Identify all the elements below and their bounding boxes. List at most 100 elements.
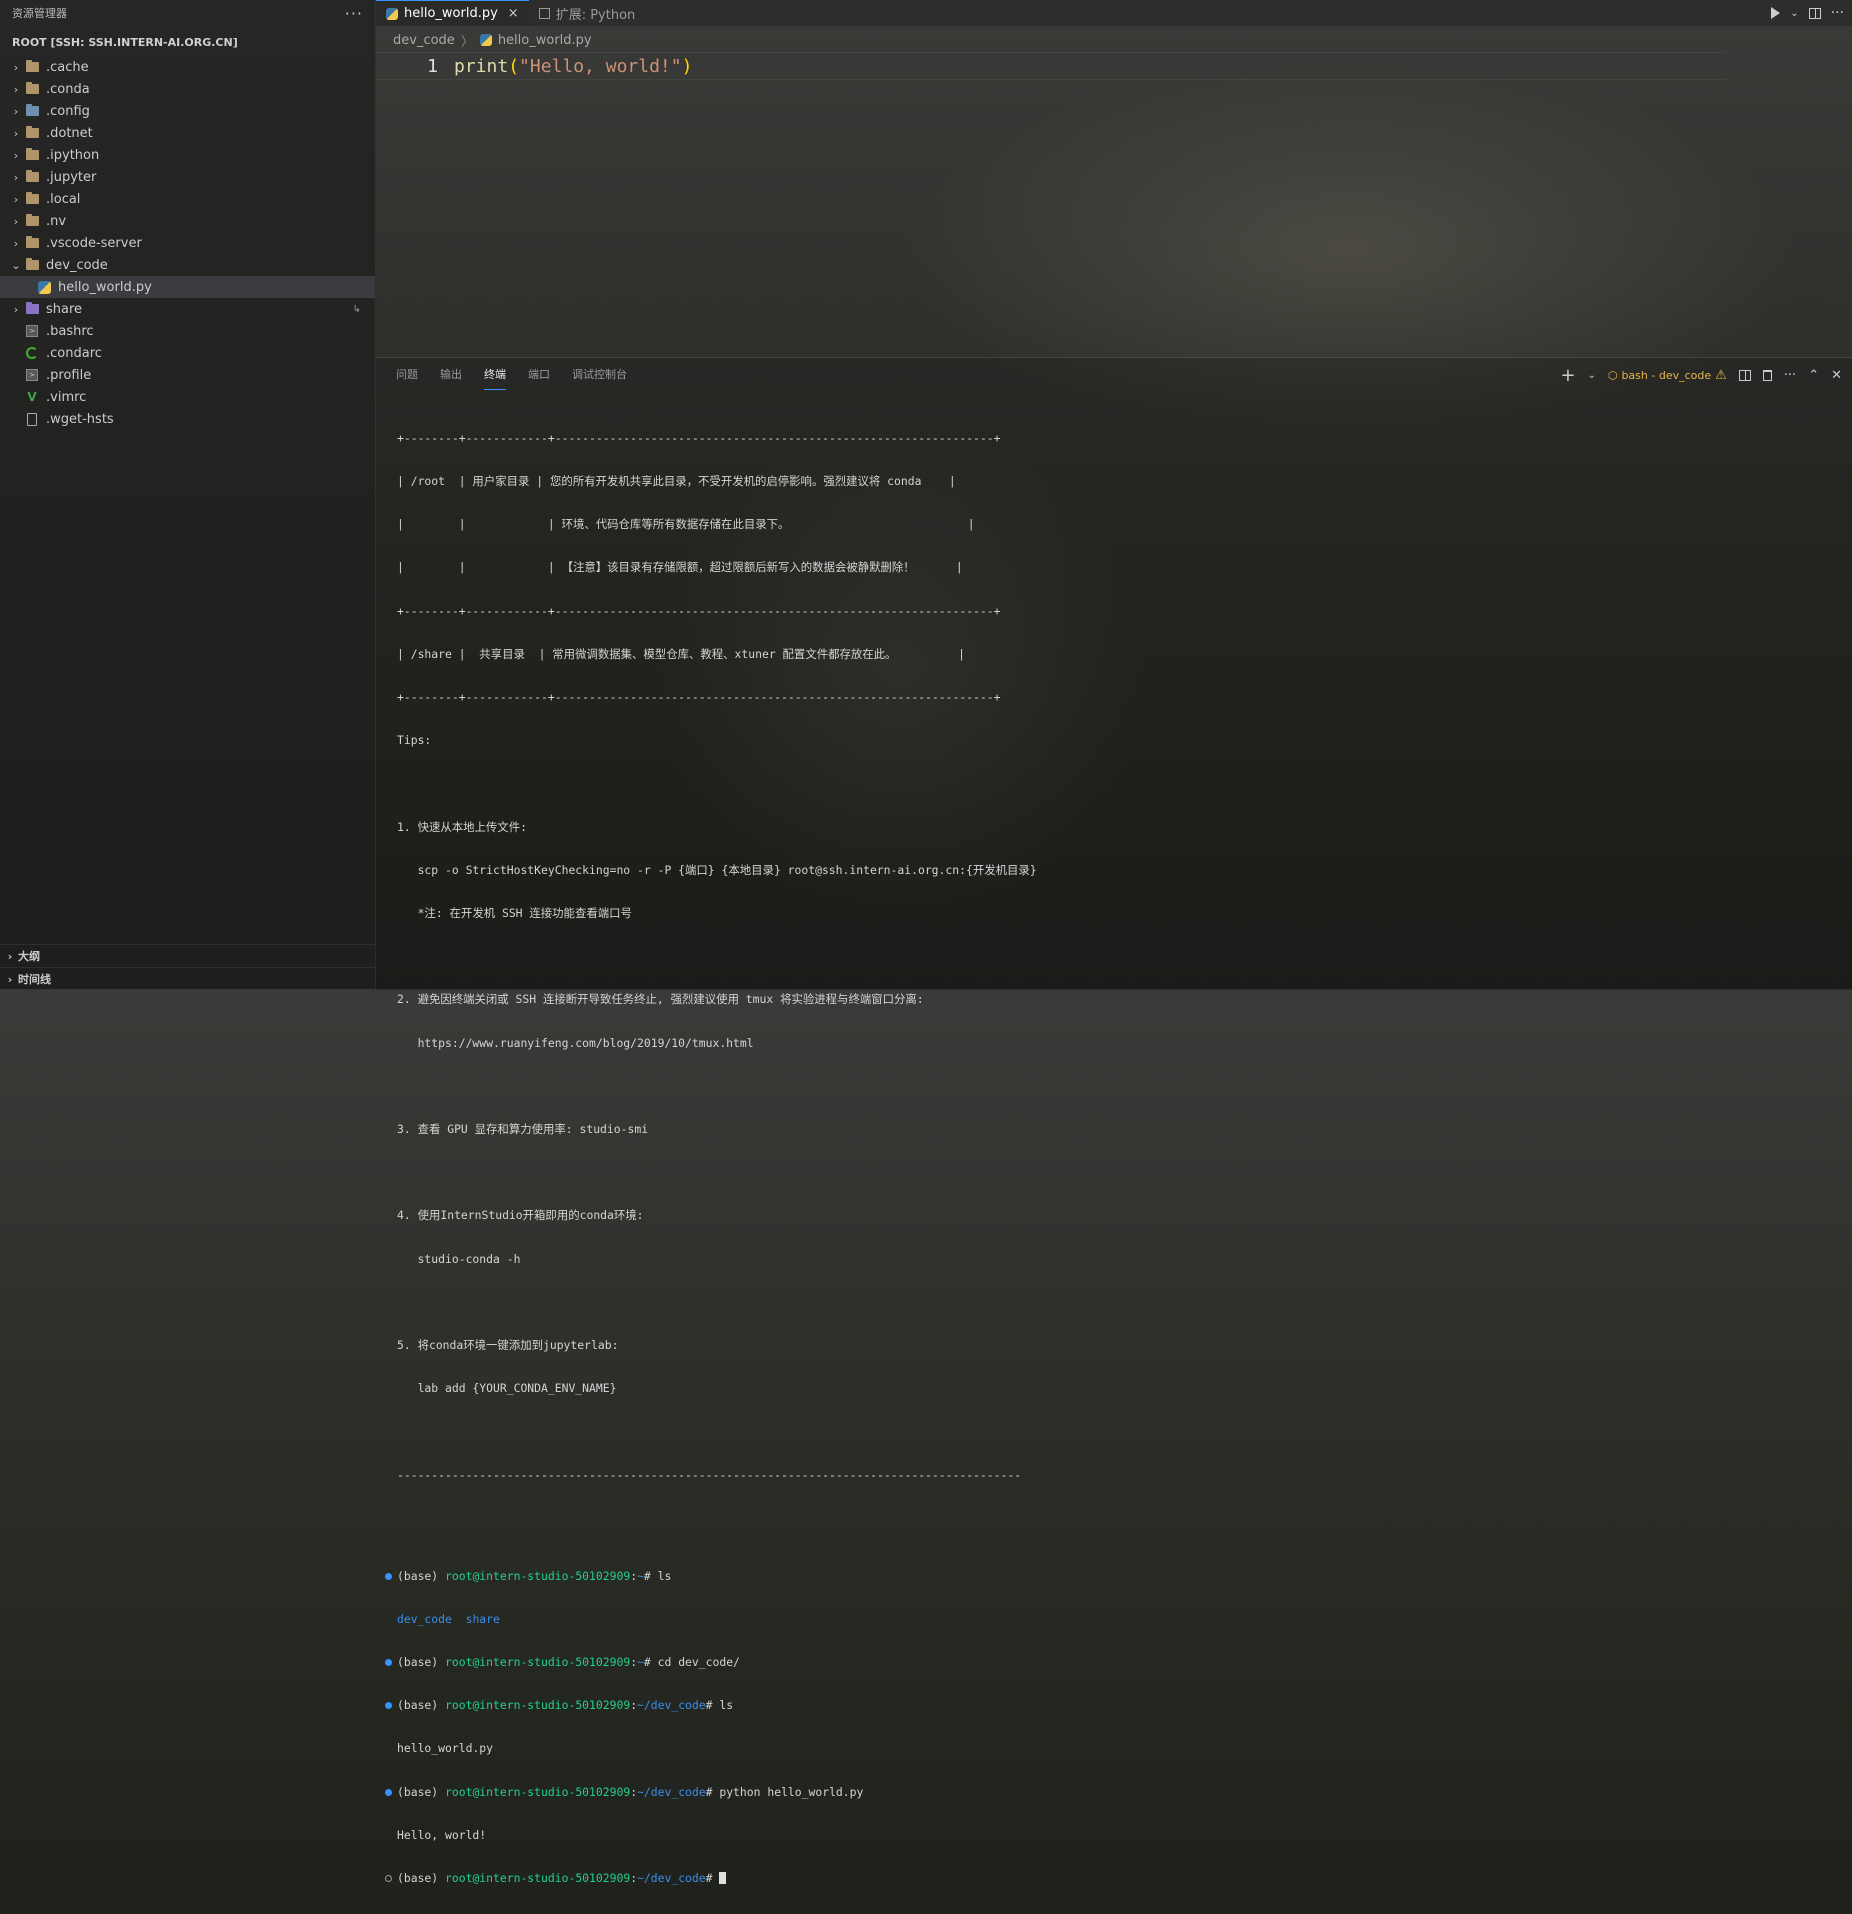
tree-item-label: .vscode-server	[46, 235, 142, 251]
file-vimrc[interactable]: V .vimrc	[0, 386, 375, 408]
outline-section[interactable]: › 大纲	[0, 944, 375, 967]
more-actions-icon[interactable]: ···	[345, 4, 363, 23]
command-decoration-icon	[385, 1658, 392, 1666]
terminal-icon: ⬡	[1607, 368, 1618, 382]
breadcrumb-file[interactable]: hello_world.py	[498, 33, 592, 48]
folder-share[interactable]: › share ↳	[0, 298, 375, 320]
editor-actions: ⌄ ···	[1771, 0, 1844, 26]
breadcrumb-folder[interactable]: dev_code	[393, 33, 455, 48]
close-icon[interactable]: ✕	[1831, 368, 1842, 383]
file-wget-hsts[interactable]: .wget-hsts	[0, 408, 375, 430]
file-hello-world-py[interactable]: hello_world.py	[0, 276, 375, 298]
tab-terminal[interactable]: 终端	[484, 366, 506, 390]
python-file-icon	[386, 7, 398, 20]
chevron-down-icon[interactable]: ⌄	[1587, 370, 1595, 381]
more-actions-icon[interactable]: ···	[1784, 368, 1796, 383]
tree-item-label: .profile	[46, 367, 92, 383]
folder-jupyter[interactable]: › .jupyter	[0, 166, 375, 188]
terminal-output-line: hello_world.py	[397, 1741, 494, 1756]
tree-item-label: dev_code	[46, 257, 108, 273]
chevron-down-icon: ⌄	[11, 258, 21, 272]
tab-python-extension[interactable]: 扩展: Python	[529, 0, 646, 26]
tab-ports[interactable]: 端口	[528, 366, 550, 390]
tab-problems[interactable]: 问题	[396, 366, 418, 390]
tree-item-label: .local	[46, 191, 81, 207]
chevron-right-icon: ›	[13, 236, 19, 250]
command-decoration-icon	[385, 1788, 392, 1796]
folder-icon	[24, 170, 40, 184]
tree-item-label: .ipython	[46, 147, 100, 163]
folder-cache[interactable]: › .cache	[0, 56, 375, 78]
file-bashrc[interactable]: > .bashrc	[0, 320, 375, 342]
terminal-selector[interactable]: ⬡ bash - dev_code ⚠	[1608, 368, 1727, 383]
terminal-line: +--------+------------+-----------------…	[397, 603, 1001, 618]
split-editor-icon[interactable]	[1808, 7, 1821, 19]
terminal-line: 5. 将conda环境一键添加到jupyterlab:	[397, 1338, 619, 1353]
run-icon[interactable]	[1771, 7, 1781, 19]
config-folder-icon	[24, 104, 40, 118]
terminal-command-line: (base) root@intern-studio-50102909:~/dev…	[385, 1785, 1797, 1799]
file-profile[interactable]: > .profile	[0, 364, 375, 386]
folder-dotnet[interactable]: › .dotnet	[0, 122, 375, 144]
tab-hello-world-py[interactable]: hello_world.py ×	[376, 0, 529, 26]
tree-item-label: share	[46, 301, 83, 317]
shell-file-icon: >	[24, 324, 40, 338]
split-terminal-icon[interactable]	[1738, 369, 1751, 381]
terminal-line: studio-conda -h	[397, 1251, 521, 1266]
chevron-right-icon: ›	[13, 148, 19, 162]
terminal-line: | | | 【注意】该目录有存储限额，超过限额后新写入的数据会被静默删除！ |	[397, 560, 963, 575]
tree-item-label: .vimrc	[46, 389, 87, 405]
tab-output[interactable]: 输出	[440, 366, 462, 390]
tree-item-label: .jupyter	[46, 169, 97, 185]
explorer-title: 资源管理器	[12, 7, 67, 20]
trash-icon[interactable]	[1762, 369, 1772, 381]
python-file-icon	[36, 280, 52, 294]
terminal-prompt-line[interactable]: (base) root@intern-studio-50102909:~/dev…	[385, 1871, 1797, 1885]
workspace-root[interactable]: ROOT [SSH: SSH.INTERN-AI.ORG.CN]	[0, 28, 375, 56]
file-condarc[interactable]: .condarc	[0, 342, 375, 364]
folder-icon	[24, 192, 40, 206]
maximize-panel-icon[interactable]: ⌃	[1808, 368, 1819, 383]
terminal-line: 2. 避免因终端关闭或 SSH 连接断开导致任务终止, 强烈建议使用 tmux …	[397, 992, 924, 1007]
tab-debug-console[interactable]: 调试控制台	[572, 366, 627, 390]
folder-local[interactable]: › .local	[0, 188, 375, 210]
folder-vscode-server[interactable]: › .vscode-server	[0, 232, 375, 254]
folder-icon	[24, 236, 40, 250]
terminal-line: 3. 查看 GPU 显存和算力使用率: studio-smi	[397, 1122, 649, 1137]
panel-tabs: 问题 输出 终端 端口 调试控制台	[396, 366, 627, 390]
command-decoration-icon	[385, 1874, 392, 1882]
tree-item-label: .cache	[46, 59, 89, 75]
chevron-right-icon: ›	[7, 972, 13, 986]
code-text[interactable]: print("Hello, world!")	[454, 56, 692, 77]
tab-label: hello_world.py	[404, 6, 498, 21]
folder-nv[interactable]: › .nv	[0, 210, 375, 232]
chevron-right-icon: ›	[13, 104, 19, 118]
new-terminal-icon[interactable]: +	[1560, 365, 1575, 386]
chevron-down-icon[interactable]: ⌄	[1790, 8, 1798, 19]
folder-icon	[24, 60, 40, 74]
folder-conda[interactable]: › .conda	[0, 78, 375, 100]
more-actions-icon[interactable]: ···	[1831, 5, 1844, 21]
extension-icon	[538, 7, 550, 19]
code-line[interactable]: 1 print("Hello, world!")	[376, 52, 1726, 80]
terminal-line: +--------+------------+-----------------…	[397, 690, 1001, 705]
close-icon[interactable]: ×	[508, 6, 519, 21]
terminal-line: +--------+------------+-----------------…	[397, 430, 1001, 445]
folder-dev-code[interactable]: ⌄ dev_code	[0, 254, 375, 276]
timeline-section[interactable]: › 时间线	[0, 967, 375, 990]
conda-file-icon	[24, 346, 40, 360]
terminal-line: https://www.ruanyifeng.com/blog/2019/10/…	[397, 1035, 754, 1050]
chevron-right-icon: ›	[13, 82, 19, 96]
folder-icon	[24, 214, 40, 228]
code-editor[interactable]: 1 print("Hello, world!")	[376, 52, 1852, 357]
folder-ipython[interactable]: › .ipython	[0, 144, 375, 166]
folder-config[interactable]: › .config	[0, 100, 375, 122]
terminal-output[interactable]: +--------+------------+-----------------…	[385, 402, 1797, 1914]
folder-icon	[24, 126, 40, 140]
terminal-output-line: dev_code share	[397, 1611, 500, 1626]
terminal-line: 1. 快速从本地上传文件:	[397, 819, 527, 834]
